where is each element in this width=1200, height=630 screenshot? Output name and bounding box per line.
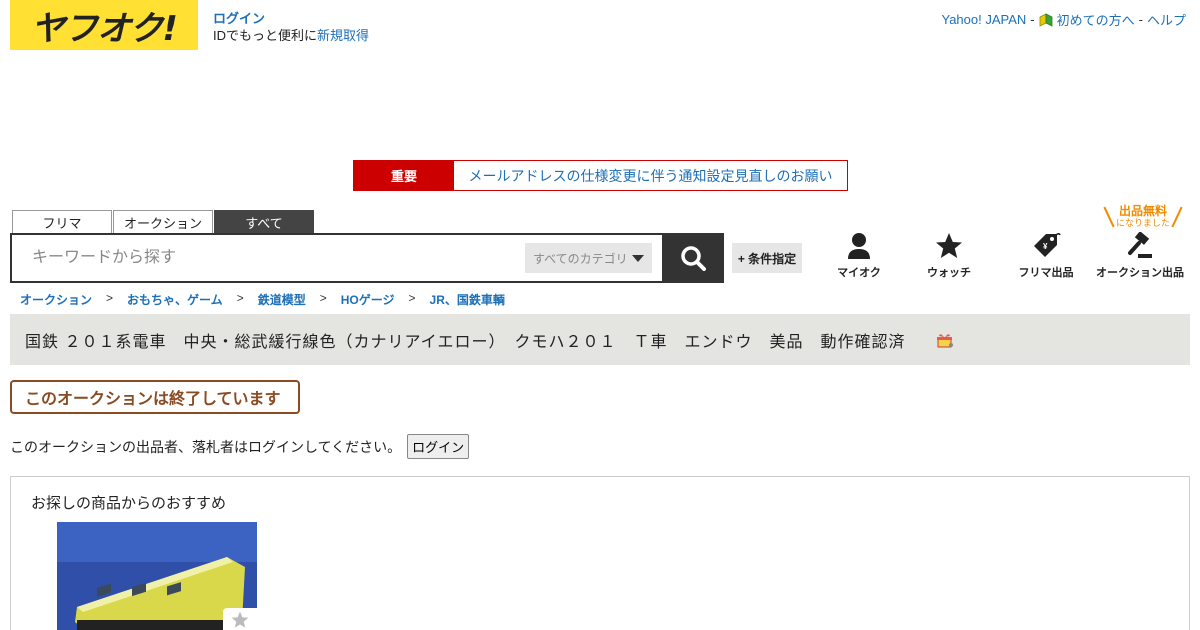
tab-all[interactable]: すべて — [214, 210, 314, 233]
login-prefix-text: IDでもっと便利に — [213, 28, 318, 43]
nav-watch[interactable]: ウォッチ — [899, 230, 999, 280]
help-link[interactable]: ヘルプ — [1147, 10, 1186, 29]
nav-auction-listing[interactable]: オークション出品 — [1090, 230, 1190, 280]
gavel-icon — [1128, 232, 1152, 258]
breadcrumb-sep: > — [408, 291, 416, 305]
breadcrumb-item[interactable]: おもちゃ、ゲーム — [127, 291, 223, 308]
beginner-mark-icon — [1039, 12, 1053, 27]
free-listing-badge: 出品無料 になりました — [1102, 204, 1184, 228]
free-badge-main: 出品無料 — [1118, 204, 1167, 218]
auction-ended-label: このオークションは終了しています — [10, 380, 300, 414]
search-button[interactable] — [662, 233, 724, 283]
notice-tag: 重要 — [354, 161, 454, 190]
breadcrumb: オークション > おもちゃ、ゲーム > 鉄道模型 > HOゲージ > JR、国鉄… — [20, 291, 505, 308]
nav-myauc-label: マイオク — [837, 267, 881, 279]
login-note: このオークションの出品者、落札者はログインしてください。 ログイン — [10, 434, 470, 459]
important-notice[interactable]: 重要 メールアドレスの仕様変更に伴う通知設定見直しのお願い — [353, 160, 848, 191]
gift-icon — [936, 333, 953, 347]
recommended-item-image[interactable] — [57, 522, 257, 630]
search-bar: すべてのカテゴリ — [10, 233, 724, 283]
star-icon — [936, 233, 962, 258]
price-tag-icon: ¥ — [1034, 232, 1061, 257]
category-select-value: すべてのカテゴリ — [533, 251, 628, 266]
breadcrumb-item[interactable]: オークション — [20, 291, 92, 308]
logo-text: ヤフオク! — [31, 8, 178, 49]
breadcrumb-sep: > — [106, 291, 114, 305]
breadcrumb-sep: > — [236, 291, 244, 305]
search-tabs: フリマ オークション すべて — [12, 210, 315, 233]
watch-star-button[interactable] — [223, 608, 257, 630]
header-sep: - — [1030, 12, 1035, 27]
nav-auction-listing-label: オークション出品 — [1096, 267, 1184, 279]
item-title-bar: 国鉄 ２０１系電車 中央・総武緩行線色（カナリアイエロー） クモハ２０１ Ｔ車 … — [10, 314, 1190, 365]
yahoo-japan-link[interactable]: Yahoo! JAPAN — [941, 12, 1026, 27]
condition-button[interactable]: + 条件指定 — [732, 243, 802, 273]
header-links: Yahoo! JAPAN - 初めての方へ - ヘルプ — [941, 10, 1186, 29]
register-link[interactable]: 新規取得 — [317, 28, 369, 43]
breadcrumb-item[interactable]: 鉄道模型 — [258, 291, 306, 308]
nav-flea-listing-label: フリマ出品 — [1018, 267, 1074, 279]
nav-watch-label: ウォッチ — [927, 267, 971, 279]
item-title: 国鉄 ２０１系電車 中央・総武緩行線色（カナリアイエロー） クモハ２０１ Ｔ車 … — [25, 333, 906, 351]
breadcrumb-item[interactable]: JR、国鉄車輌 — [430, 291, 505, 308]
svg-text:¥: ¥ — [1043, 242, 1048, 251]
nav-icons: マイオク ウォッチ ¥ フリマ出品 オークション出品 — [820, 230, 1200, 285]
search-icon — [681, 246, 706, 271]
recommendations-heading: お探しの商品からのおすすめ — [31, 495, 227, 512]
tab-flea[interactable]: フリマ — [12, 210, 112, 233]
recommendations-panel: お探しの商品からのおすすめ — [10, 476, 1190, 630]
login-link[interactable]: ログイン — [213, 10, 369, 27]
first-time-link[interactable]: 初めての方へ — [1057, 10, 1135, 29]
nav-flea-listing[interactable]: ¥ フリマ出品 — [996, 230, 1096, 280]
free-badge-sub: になりました — [1115, 218, 1170, 228]
header-sep: - — [1138, 12, 1143, 27]
login-note-text: このオークションの出品者、落札者はログインしてください。 — [10, 438, 402, 455]
tab-auction[interactable]: オークション — [113, 210, 213, 233]
login-box: ログイン IDでもっと便利に新規取得 — [213, 10, 369, 44]
breadcrumb-item[interactable]: HOゲージ — [341, 291, 395, 308]
login-button[interactable]: ログイン — [407, 434, 470, 459]
breadcrumb-sep: > — [319, 291, 327, 305]
yafuoku-logo[interactable]: ヤフオク! — [10, 0, 198, 50]
caret-down-icon — [632, 254, 644, 262]
notice-message-link[interactable]: メールアドレスの仕様変更に伴う通知設定見直しのお願い — [454, 161, 847, 190]
search-input[interactable] — [12, 236, 525, 280]
user-icon — [848, 233, 870, 259]
star-outline-icon — [231, 611, 249, 628]
category-select[interactable]: すべてのカテゴリ — [525, 243, 652, 273]
nav-myauc[interactable]: マイオク — [809, 230, 909, 280]
